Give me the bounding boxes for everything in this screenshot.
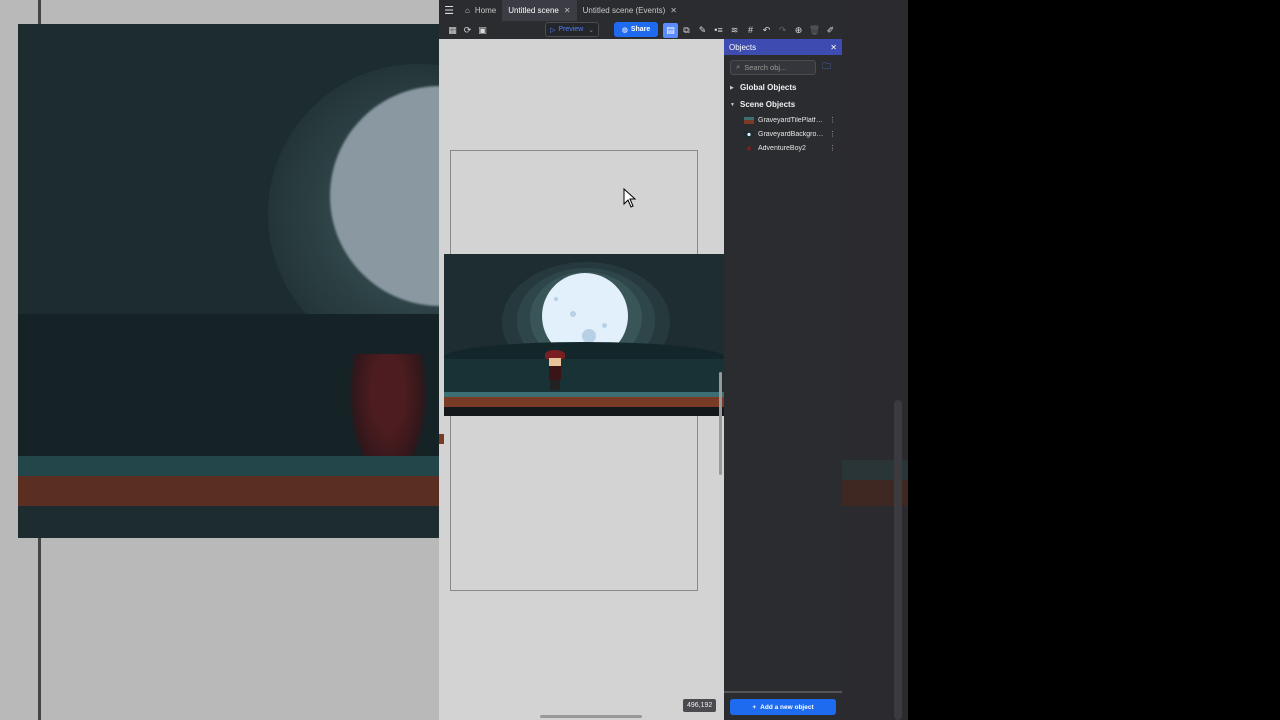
vertical-scrollbar[interactable] bbox=[719, 372, 722, 475]
gdevelop-editor: ☰ ⌂ Home Untitled scene ✕ Untitled scene… bbox=[439, 0, 842, 720]
editor-tools: ▤ ⧉ ✎ •≡ ≋ # ↶ ↷ ⊕ 🗑 ✐ bbox=[663, 21, 838, 39]
objects-panel-header: Objects ✕ bbox=[724, 39, 842, 55]
tile-thumbnail-icon bbox=[744, 116, 754, 124]
search-icon: ⌕ bbox=[736, 62, 741, 71]
cursor-coordinates: 496,192 bbox=[683, 699, 717, 712]
scene-canvas[interactable]: 496,192 bbox=[439, 39, 724, 720]
blurred-ground bbox=[18, 456, 439, 476]
scene-properties-icon[interactable]: ✐ bbox=[823, 23, 838, 38]
object-name: AdventureBoy2 bbox=[758, 144, 806, 152]
group-label: Scene Objects bbox=[740, 100, 796, 109]
hero-legs bbox=[550, 380, 560, 390]
object-list-icon[interactable]: ▤ bbox=[663, 22, 678, 38]
tab-label: Untitled scene (Events) bbox=[582, 6, 666, 15]
tab-label: Home bbox=[474, 6, 497, 15]
edit-properties-icon[interactable]: ✎ bbox=[695, 23, 710, 38]
hero-body bbox=[549, 366, 561, 380]
search-placeholder: Search obj... bbox=[744, 62, 787, 72]
horizontal-scrollbar[interactable] bbox=[540, 715, 642, 718]
layers-icon[interactable]: ≋ bbox=[727, 23, 742, 38]
delete-icon[interactable]: 🗑 bbox=[807, 23, 822, 38]
hamburger-menu-icon[interactable]: ☰ bbox=[439, 0, 459, 21]
blurred-background-left bbox=[0, 0, 439, 720]
platform-shadow bbox=[444, 407, 724, 416]
object-name: GraveyardBackground bbox=[758, 130, 825, 138]
zoom-icon[interactable]: ⊕ bbox=[791, 23, 806, 38]
scene-toolbar: ▦ ⟳ ▣ ▷ Preview ⌄ ◍ Share ▤ ⧉ ✎ •≡ ≋ # ↶… bbox=[439, 21, 842, 39]
folder-icon[interactable]: 🗀 bbox=[822, 59, 831, 75]
plus-icon: + bbox=[752, 703, 757, 711]
blurred-background-right bbox=[842, 0, 1280, 720]
more-options-icon[interactable]: ⋮ bbox=[829, 144, 836, 152]
moon-crater bbox=[570, 311, 576, 317]
character-thumbnail-icon bbox=[744, 144, 754, 152]
object-groups-icon[interactable]: ⧉ bbox=[679, 23, 694, 38]
undo-icon[interactable]: ↶ bbox=[759, 23, 774, 38]
objects-panel-icon[interactable]: ▦ bbox=[445, 23, 460, 38]
mouse-cursor-icon bbox=[623, 188, 637, 208]
group-scene-objects[interactable]: ▼ Scene Objects bbox=[724, 96, 842, 113]
moon-crater bbox=[602, 323, 607, 328]
more-options-icon[interactable]: ⋮ bbox=[829, 130, 836, 138]
caret-right-icon: ▶ bbox=[730, 84, 734, 91]
home-icon: ⌂ bbox=[465, 6, 470, 15]
share-button[interactable]: ◍ Share bbox=[614, 22, 658, 37]
chevron-down-icon[interactable]: ⌄ bbox=[588, 26, 594, 34]
save-icon[interactable]: ▣ bbox=[475, 23, 490, 38]
search-input[interactable]: ⌕ Search obj... bbox=[730, 59, 816, 75]
tab-label: Untitled scene bbox=[508, 6, 559, 15]
tab-bar: ☰ ⌂ Home Untitled scene ✕ Untitled scene… bbox=[439, 0, 842, 21]
objects-panel: Objects ✕ ⌕ Search obj... 🗀 ▶ Global Obj… bbox=[724, 39, 842, 720]
refresh-icon[interactable]: ⟳ bbox=[460, 23, 475, 38]
grid-icon[interactable]: # bbox=[743, 23, 758, 38]
object-name: GraveyardTilePlatfor... bbox=[758, 116, 825, 124]
panel-divider bbox=[724, 691, 842, 693]
moon-crater bbox=[554, 297, 558, 301]
background-thumbnail-icon bbox=[744, 130, 754, 138]
group-global-objects[interactable]: ▶ Global Objects bbox=[724, 79, 842, 96]
graveyard-tile-platform[interactable] bbox=[444, 397, 724, 407]
add-object-label: Add a new object bbox=[760, 703, 814, 711]
group-label: Global Objects bbox=[740, 83, 797, 92]
tab-untitled-scene[interactable]: Untitled scene ✕ bbox=[502, 0, 577, 21]
tab-home[interactable]: ⌂ Home bbox=[459, 0, 502, 21]
globe-icon: ◍ bbox=[621, 26, 628, 34]
object-item[interactable]: GraveyardBackground ⋮ bbox=[724, 127, 842, 141]
share-label: Share bbox=[630, 26, 651, 33]
object-item[interactable]: GraveyardTilePlatfor... ⋮ bbox=[724, 113, 842, 127]
hero-face bbox=[549, 358, 561, 366]
redo-icon[interactable]: ↷ bbox=[775, 23, 790, 38]
object-item[interactable]: AdventureBoy2 ⋮ bbox=[724, 141, 842, 155]
adventure-boy-sprite[interactable] bbox=[544, 350, 566, 390]
preview-button[interactable]: ▷ Preview ⌄ bbox=[545, 22, 600, 37]
more-options-icon[interactable]: ⋮ bbox=[829, 116, 836, 124]
tab-untitled-scene-events[interactable]: Untitled scene (Events) ✕ bbox=[577, 0, 683, 21]
platform-overflow bbox=[439, 434, 444, 444]
close-icon[interactable]: ✕ bbox=[670, 6, 677, 15]
instances-list-icon[interactable]: •≡ bbox=[711, 23, 726, 38]
close-icon[interactable]: ✕ bbox=[830, 43, 837, 52]
moon-crater bbox=[582, 329, 596, 343]
blurred-dirt bbox=[18, 476, 439, 506]
game-scene-preview[interactable] bbox=[444, 254, 724, 416]
preview-label: Preview bbox=[558, 26, 584, 33]
search-row: ⌕ Search obj... 🗀 bbox=[724, 55, 842, 79]
close-icon[interactable]: ✕ bbox=[564, 6, 571, 15]
panel-title: Objects bbox=[729, 42, 757, 52]
blurred-scrollbar bbox=[894, 400, 902, 720]
caret-down-icon: ▼ bbox=[730, 101, 735, 108]
add-new-object-button[interactable]: + Add a new object bbox=[730, 699, 836, 715]
play-icon: ▷ bbox=[550, 26, 556, 34]
blurred-scene bbox=[18, 24, 439, 538]
